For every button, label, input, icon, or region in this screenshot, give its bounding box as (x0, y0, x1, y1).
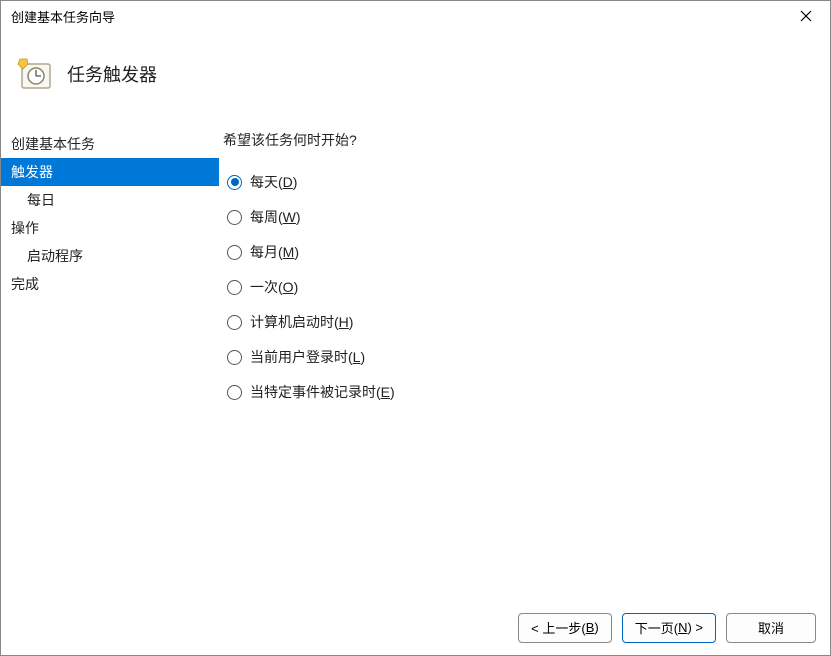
close-icon (800, 10, 812, 22)
radio-label: 当特定事件被记录时(E) (250, 382, 395, 402)
radio-label: 每天(D) (250, 172, 297, 192)
radio-indicator (227, 385, 242, 400)
back-button[interactable]: < 上一步(B) (518, 613, 612, 643)
sidebar-step-0[interactable]: 创建基本任务 (1, 130, 219, 158)
sidebar-step-2[interactable]: 每日 (1, 186, 219, 214)
trigger-panel: 希望该任务何时开始? 每天(D) 每周(W) 每月(M) 一次(O) 计算机启动时(H)… (219, 116, 830, 600)
trigger-option-l[interactable]: 当前用户登录时(L) (227, 347, 830, 367)
trigger-option-h[interactable]: 计算机启动时(H) (227, 312, 830, 332)
prompt-text: 希望该任务何时开始? (223, 130, 830, 150)
close-button[interactable] (790, 4, 822, 28)
radio-indicator (227, 350, 242, 365)
cancel-button[interactable]: 取消 (726, 613, 816, 643)
trigger-radio-group: 每天(D) 每周(W) 每月(M) 一次(O) 计算机启动时(H) 当前用户登录时(L) 当… (223, 172, 830, 402)
radio-label: 当前用户登录时(L) (250, 347, 365, 367)
trigger-option-m[interactable]: 每月(M) (227, 242, 830, 262)
window-title: 创建基本任务向导 (11, 7, 790, 26)
content-area: 创建基本任务触发器每日操作启动程序完成 希望该任务何时开始? 每天(D) 每周(W… (1, 116, 830, 600)
sidebar-step-3[interactable]: 操作 (1, 214, 219, 242)
radio-label: 一次(O) (250, 277, 298, 297)
next-button[interactable]: 下一页(N) > (622, 613, 716, 643)
wizard-header: 任务触发器 (1, 31, 830, 116)
next-button-suffix: ) > (687, 620, 703, 635)
task-scheduler-icon (17, 56, 53, 92)
radio-label: 每月(M) (250, 242, 299, 262)
trigger-option-e[interactable]: 当特定事件被记录时(E) (227, 382, 830, 402)
back-button-suffix: ) (594, 620, 598, 635)
next-button-prefix: 下一页( (635, 618, 678, 637)
wizard-footer: < 上一步(B) 下一页(N) > 取消 (1, 600, 830, 655)
radio-indicator (227, 280, 242, 295)
radio-indicator (227, 210, 242, 225)
page-title: 任务触发器 (67, 61, 157, 87)
sidebar-step-5[interactable]: 完成 (1, 270, 219, 298)
next-button-key: N (678, 620, 687, 635)
radio-indicator (227, 175, 242, 190)
back-button-prefix: < 上一步( (531, 618, 586, 637)
radio-label: 计算机启动时(H) (250, 312, 353, 332)
radio-indicator (227, 245, 242, 260)
trigger-option-o[interactable]: 一次(O) (227, 277, 830, 297)
radio-label: 每周(W) (250, 207, 301, 227)
trigger-option-d[interactable]: 每天(D) (227, 172, 830, 192)
wizard-steps-sidebar: 创建基本任务触发器每日操作启动程序完成 (1, 116, 219, 600)
cancel-button-label: 取消 (758, 618, 784, 637)
sidebar-step-1[interactable]: 触发器 (1, 158, 219, 186)
title-bar: 创建基本任务向导 (1, 1, 830, 31)
sidebar-step-4[interactable]: 启动程序 (1, 242, 219, 270)
trigger-option-w[interactable]: 每周(W) (227, 207, 830, 227)
radio-indicator (227, 315, 242, 330)
back-button-key: B (586, 620, 595, 635)
